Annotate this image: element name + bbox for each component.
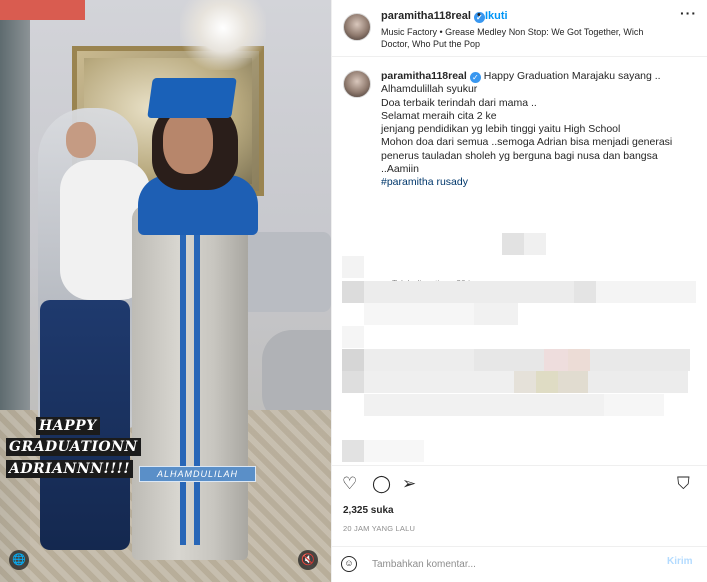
blurred-comment-block bbox=[474, 303, 518, 325]
blurred-comment-block bbox=[502, 233, 524, 255]
blurred-comment-block bbox=[364, 303, 474, 325]
caption-line: Alhamdulillah syukur bbox=[381, 83, 478, 96]
blurred-comment-block bbox=[536, 371, 558, 393]
blurred-comment-block bbox=[558, 371, 588, 393]
media-graduation-gown bbox=[132, 205, 248, 560]
comment-bar: ☺ Kirim bbox=[332, 546, 707, 582]
caption-line: Doa terbaik terindah dari mama .. bbox=[381, 96, 537, 109]
media-chandelier bbox=[180, 0, 266, 70]
more-options-icon[interactable]: ··· bbox=[680, 5, 697, 21]
blurred-comment-block bbox=[364, 440, 424, 462]
caption-author-avatar[interactable] bbox=[343, 70, 371, 98]
overlay-text-line-3: ADRIANNN!!!! bbox=[6, 460, 134, 478]
media-sofa bbox=[236, 232, 331, 312]
blurred-comment-block bbox=[596, 281, 696, 303]
caption-line: Selamat meraih cita 2 ke bbox=[381, 109, 497, 122]
bookmark-icon[interactable]: ⛉ bbox=[677, 475, 690, 493]
blurred-comment-block bbox=[474, 349, 544, 371]
blurred-comment-block bbox=[544, 349, 568, 371]
media-graduate-face bbox=[163, 110, 213, 174]
mute-icon[interactable]: 🔇 bbox=[298, 550, 318, 570]
caption-line: penerus tauladan sholeh yg berguna bagi … bbox=[381, 149, 658, 162]
alhamdulilah-sticker: ALHAMDULILAH bbox=[139, 466, 256, 482]
comment-input[interactable] bbox=[372, 556, 642, 572]
blurred-comment-block bbox=[588, 371, 688, 393]
media-gown-stripe bbox=[194, 215, 200, 545]
blurred-comment-block bbox=[524, 233, 546, 255]
follow-button[interactable]: Ikuti bbox=[485, 10, 508, 22]
blurred-comment-block bbox=[342, 281, 364, 303]
blurred-comment-block bbox=[590, 349, 690, 371]
blurred-comment-block bbox=[514, 371, 536, 393]
post-timestamp[interactable]: 20 JAM YANG LALU bbox=[343, 524, 415, 533]
media-top-strip bbox=[0, 0, 85, 20]
blurred-comment-block bbox=[364, 394, 604, 416]
blurred-comment-block bbox=[364, 281, 574, 303]
tagged-users-icon[interactable]: 🌐 bbox=[9, 550, 29, 570]
blurred-comment-block bbox=[364, 371, 514, 393]
caption-hashtag[interactable]: #paramitha rusady bbox=[381, 176, 699, 189]
verified-badge-icon: ✓ bbox=[469, 72, 481, 83]
media-graduation-cap bbox=[147, 78, 237, 118]
blurred-comment-block bbox=[342, 440, 364, 462]
blurred-comment-block bbox=[364, 349, 474, 371]
blurred-comment-block bbox=[342, 256, 364, 278]
author-username-text[interactable]: paramitha118real bbox=[381, 10, 471, 22]
caption-line: ..Aamiin bbox=[381, 163, 419, 176]
media-gown-stripe bbox=[180, 215, 186, 545]
share-icon[interactable]: ➢ bbox=[402, 475, 416, 493]
emoji-icon[interactable]: ☺ bbox=[341, 556, 357, 572]
post-header: paramitha118real ✓ • Ikuti ··· Music Fact… bbox=[332, 0, 707, 57]
post-actions: ♡ ◯ ➢ ⛉ bbox=[332, 465, 707, 505]
heart-icon[interactable]: ♡ bbox=[342, 475, 357, 493]
header-separator: • bbox=[477, 9, 481, 21]
audio-track-link[interactable]: Music Factory • Grease Medley Non Stop: … bbox=[381, 26, 671, 50]
caption-line: Mohon doa dari semua ..semoga Adrian bis… bbox=[381, 136, 673, 149]
caption-body: paramitha118real ✓ Happy Graduation Maraj… bbox=[381, 70, 699, 190]
post-media[interactable]: HAPPY GRADUATIONN ADRIANNN!!!! ALHAMDULI… bbox=[0, 0, 331, 582]
post-side-panel: paramitha118real ✓ • Ikuti ··· Music Fact… bbox=[331, 0, 707, 582]
blurred-comment-block bbox=[342, 371, 364, 393]
overlay-text-line-2: GRADUATIONN bbox=[6, 438, 141, 456]
caption-text: Happy Graduation Marajaku sayang .. bbox=[483, 70, 661, 82]
overlay-text-line-1: HAPPY bbox=[36, 417, 100, 435]
blurred-comment-block bbox=[568, 349, 590, 371]
blurred-comment-block bbox=[342, 326, 364, 348]
blurred-comment-block bbox=[342, 349, 364, 371]
blurred-comment-block bbox=[574, 281, 596, 303]
blurred-comment-block bbox=[604, 394, 664, 416]
caption-username[interactable]: paramitha118real bbox=[381, 70, 467, 82]
post-comment-button[interactable]: Kirim bbox=[667, 556, 693, 567]
author-username[interactable]: paramitha118real ✓ bbox=[381, 10, 485, 23]
media-mother-face bbox=[66, 122, 96, 158]
likes-count[interactable]: 2,325 suka bbox=[343, 505, 394, 516]
caption-line: paramitha118real ✓ Happy Graduation Maraj… bbox=[381, 70, 699, 83]
comment-icon[interactable]: ◯ bbox=[372, 475, 391, 493]
caption-line: jenjang pendidikan yg lebih tinggi yaitu… bbox=[381, 123, 621, 136]
author-avatar[interactable] bbox=[343, 13, 371, 41]
